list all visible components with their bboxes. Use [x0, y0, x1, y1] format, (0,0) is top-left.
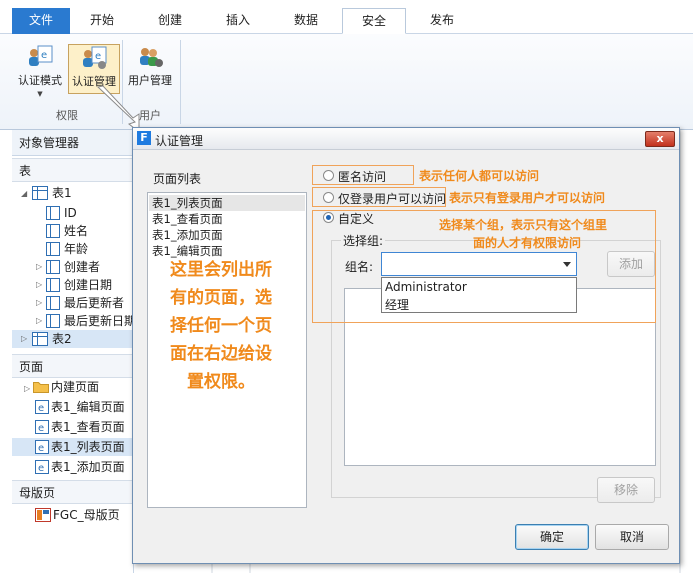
- users-gear-icon: [140, 48, 163, 67]
- page-list-item[interactable]: 表1_查看页面: [152, 211, 223, 227]
- tree-item-table2-row[interactable]: [12, 330, 134, 348]
- anonymous-radio[interactable]: [323, 170, 334, 181]
- field-icon: [46, 314, 60, 328]
- dialog-titlebar[interactable]: F 认证管理 x: [133, 128, 679, 150]
- page-icon: e: [35, 400, 49, 414]
- tab-create[interactable]: 创建: [144, 8, 196, 34]
- tree-item-builtin-pages[interactable]: 内建页面: [51, 378, 99, 396]
- field-icon: [46, 260, 60, 274]
- tab-data[interactable]: 数据: [280, 8, 332, 34]
- annotation-anonymous: 表示任何人都可以访问: [419, 169, 540, 183]
- section-pages[interactable]: 页面: [12, 354, 134, 378]
- expand-arrow-icon[interactable]: ▷: [21, 334, 27, 343]
- chevron-down-icon: ▼: [37, 90, 43, 98]
- tree-item-field[interactable]: ID: [64, 204, 77, 222]
- annotation-custom-line2: 面的人才有权限访问: [473, 236, 582, 250]
- field-icon: [46, 224, 60, 238]
- auth-manage-icon: e: [83, 46, 107, 69]
- auth-mode-icon: e: [29, 45, 53, 66]
- close-button[interactable]: x: [645, 131, 675, 147]
- annotation-line: 面在右边给设: [170, 344, 272, 364]
- expand-arrow-icon[interactable]: ▷: [24, 384, 30, 393]
- page-list-item[interactable]: 表1_添加页面: [152, 227, 223, 243]
- annotation-line: 择任何一个页: [170, 316, 272, 336]
- tree-item-field[interactable]: 最后更新日期: [64, 312, 134, 330]
- ribbon-tabbar: 文件 开始 创建 插入 数据 安全 发布: [0, 0, 693, 34]
- tab-home[interactable]: 开始: [78, 8, 126, 34]
- page-icon: e: [35, 440, 49, 454]
- auth-mode-button[interactable]: e 认证模式 ▼: [14, 44, 66, 98]
- logged-in-radio[interactable]: [323, 192, 334, 203]
- tree-item-table1[interactable]: 表1: [52, 184, 72, 202]
- field-icon: [46, 242, 60, 256]
- page-icon: e: [35, 420, 49, 434]
- tab-insert[interactable]: 插入: [212, 8, 264, 34]
- tab-publish[interactable]: 发布: [416, 8, 468, 34]
- tree-item-page[interactable]: 表1_编辑页面: [51, 398, 125, 416]
- tree-item-field[interactable]: 创建日期: [64, 276, 112, 294]
- table-icon: [32, 186, 48, 200]
- expand-arrow-icon[interactable]: ◢: [21, 189, 27, 198]
- annotation-page-list: 这里会列出所 有的页面，选 择任何一个页 面在右边给设 置权限。: [160, 256, 282, 396]
- field-icon: [46, 296, 60, 310]
- page-icon: e: [35, 460, 49, 474]
- section-masters[interactable]: 母版页: [12, 480, 134, 504]
- svg-text:e: e: [41, 50, 47, 61]
- field-icon: [46, 206, 60, 220]
- page-list-label: 页面列表: [153, 172, 202, 186]
- tree-item-page[interactable]: 表1_添加页面: [51, 458, 125, 476]
- tab-security[interactable]: 安全: [342, 8, 406, 34]
- section-tables[interactable]: 表: [12, 158, 134, 182]
- ok-button[interactable]: 确定: [515, 524, 589, 550]
- expand-arrow-icon[interactable]: ▷: [36, 298, 42, 307]
- svg-text:e: e: [38, 423, 44, 434]
- tree-item-field[interactable]: 年龄: [64, 240, 88, 258]
- svg-text:e: e: [95, 51, 101, 62]
- svg-text:e: e: [38, 463, 44, 474]
- tree-item-field[interactable]: 姓名: [64, 222, 88, 240]
- folder-icon: [33, 382, 49, 393]
- app-logo-icon: F: [137, 131, 151, 145]
- auth-mode-label: 认证模式: [18, 74, 62, 87]
- logged-in-label[interactable]: 仅登录用户可以访问: [338, 190, 446, 207]
- user-manage-button[interactable]: 用户管理: [124, 44, 176, 88]
- page-list-item[interactable]: 表1_列表页面: [149, 195, 305, 211]
- annotation-line: 有的页面，选: [170, 288, 272, 308]
- annotation-line: 置权限。: [187, 372, 255, 392]
- annotation-line: 这里会列出所: [170, 260, 272, 280]
- tab-file[interactable]: 文件: [12, 8, 70, 34]
- expand-arrow-icon[interactable]: ▷: [36, 316, 42, 325]
- remove-button[interactable]: 移除: [597, 477, 655, 503]
- tree-item-field[interactable]: 创建者: [64, 258, 100, 276]
- expand-arrow-icon[interactable]: ▷: [36, 262, 42, 271]
- tree-item-field[interactable]: 最后更新者: [64, 294, 124, 312]
- master-page-icon: [35, 508, 51, 522]
- tree-item-master[interactable]: FGC_母版页: [53, 506, 120, 524]
- dialog-title: 认证管理: [155, 134, 204, 148]
- field-icon: [46, 278, 60, 292]
- group-divider: [180, 40, 181, 124]
- annotation-custom-line1: 选择某个组，表示只有这个组里: [439, 218, 608, 232]
- table-icon: [32, 332, 48, 346]
- tree-item-page[interactable]: 表1_查看页面: [51, 418, 125, 436]
- object-manager: 对象管理器 表 ◢ 表1 ID 姓名 年龄 ▷ 创建者 ▷ 创建日期 ▷ 最后更…: [12, 130, 134, 573]
- tree-item-table2[interactable]: 表2: [52, 330, 72, 348]
- svg-text:e: e: [38, 403, 44, 414]
- anonymous-label[interactable]: 匿名访问: [338, 168, 386, 185]
- expand-arrow-icon[interactable]: ▷: [36, 280, 42, 289]
- tree-item-page[interactable]: 表1_列表页面: [51, 438, 125, 456]
- annotation-logged-in: 表示只有登录用户才可以访问: [449, 191, 606, 205]
- cancel-button[interactable]: 取消: [595, 524, 669, 550]
- svg-text:e: e: [38, 443, 44, 454]
